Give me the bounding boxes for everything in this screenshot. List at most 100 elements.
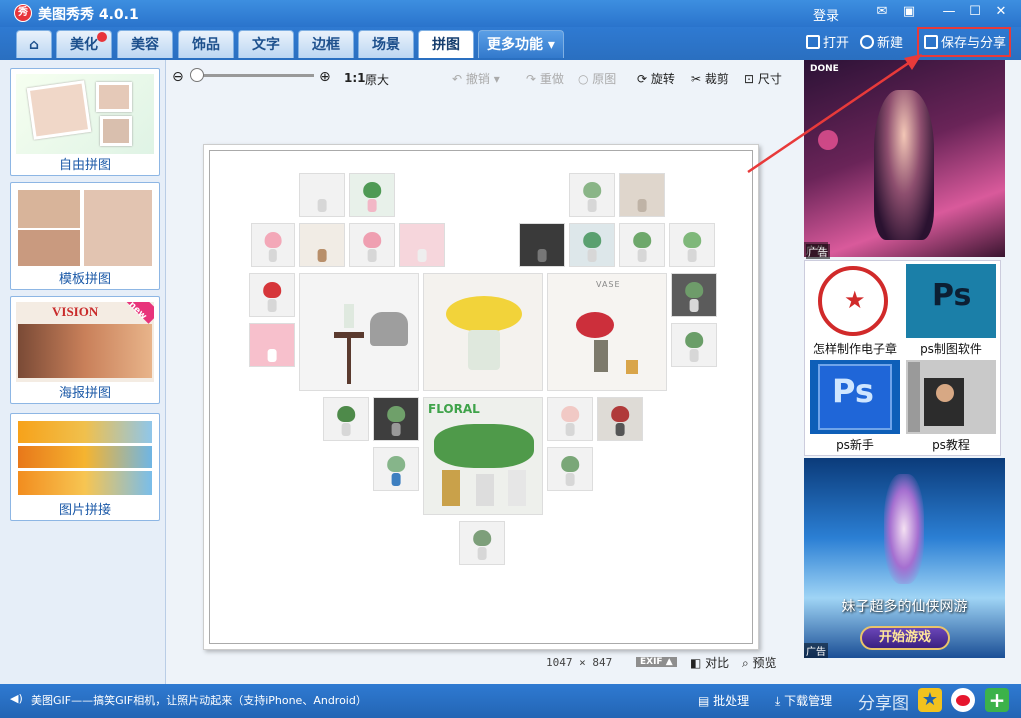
redo-button[interactable]: ↷ 重做: [526, 70, 564, 87]
tab-accessory[interactable]: 饰品: [178, 30, 234, 58]
tab-home[interactable]: ⌂: [16, 30, 52, 58]
collage-photo[interactable]: [519, 223, 565, 267]
title-bar: 秀 美图秀秀 4.0.1 登录 ✉ ▣ — ☐ ✕: [0, 0, 1021, 27]
vase-text: VASE: [596, 280, 621, 289]
qzone-star-icon[interactable]: ★: [918, 688, 942, 712]
tab-cosmetic[interactable]: 美容: [117, 30, 173, 58]
start-game-button[interactable]: 开始游戏: [860, 626, 950, 650]
ad-item-label: ps新手: [836, 438, 874, 452]
preview-icon: ⌕: [742, 656, 753, 670]
compare-button[interactable]: ◧ 对比: [690, 654, 729, 671]
batch-button[interactable]: ▤ 批处理: [698, 692, 749, 709]
zoom-slider-knob[interactable]: [190, 68, 204, 82]
collage-photo[interactable]: [459, 521, 505, 565]
plus-icon: [860, 35, 874, 49]
exif-button[interactable]: EXIF ▲: [636, 657, 677, 667]
collage-photo-vase[interactable]: VASE: [547, 273, 667, 391]
collage-photo-floral[interactable]: FLORAL: [423, 397, 543, 515]
collage-photo[interactable]: [373, 397, 419, 441]
collage-photo[interactable]: [299, 223, 345, 267]
collage-photo[interactable]: [547, 447, 593, 491]
zoom-ratio[interactable]: 1:1: [344, 71, 366, 85]
zoom-out-icon[interactable]: ⊖: [172, 69, 184, 85]
crop-button[interactable]: ✂ 裁剪: [691, 70, 729, 87]
crop-label: 裁剪: [704, 72, 729, 86]
ad-item-ps-tutorial[interactable]: ps教程: [904, 359, 998, 455]
download-manager-button[interactable]: ⤓ 下载管理: [775, 692, 832, 709]
collage-photo[interactable]: [323, 397, 369, 441]
collage-photo[interactable]: [671, 323, 717, 367]
tab-text[interactable]: 文字: [238, 30, 294, 58]
collage-photo[interactable]: [249, 323, 295, 367]
star-icon: ★: [844, 286, 866, 314]
collage-photo[interactable]: [399, 223, 445, 267]
weibo-icon[interactable]: [951, 688, 975, 712]
collage-photo[interactable]: [619, 173, 665, 217]
collage-photo[interactable]: [373, 447, 419, 491]
tab-scene[interactable]: 场景: [358, 30, 414, 58]
collage-photo[interactable]: [597, 397, 643, 441]
preview-button[interactable]: ⌕ 预览: [742, 654, 777, 671]
maximize-button[interactable]: ☐: [966, 3, 984, 21]
collage-photo-chair[interactable]: [299, 273, 419, 391]
image-height: 847: [592, 656, 613, 669]
mode-image-stitch[interactable]: 图片拼接: [10, 413, 160, 521]
original-label: 原图: [592, 72, 617, 86]
undo-dropdown-icon: ▾: [489, 72, 500, 86]
original-image-button[interactable]: ○ 原图: [578, 70, 616, 87]
mode-free-collage[interactable]: 自由拼图: [10, 68, 160, 176]
collage-photo[interactable]: [349, 173, 395, 217]
ad-item-label: 怎样制作电子章: [812, 342, 897, 356]
ad-xianxia-game[interactable]: 妹子超多的仙侠网游 开始游戏 广告: [804, 458, 1005, 658]
tab-border[interactable]: 边框: [298, 30, 354, 58]
add-share-icon[interactable]: +: [985, 688, 1009, 712]
ad-item-label: ps教程: [932, 438, 970, 452]
tab-collage[interactable]: 拼图: [418, 30, 474, 58]
ad-item-ps-software[interactable]: Ps ps制图软件: [904, 263, 998, 359]
collage-photo[interactable]: [671, 273, 717, 317]
collage-photo[interactable]: [251, 223, 295, 267]
highlight-box: [917, 27, 1011, 57]
ps-logo: Ps: [932, 278, 972, 313]
minimize-button[interactable]: —: [940, 3, 958, 21]
template-collage-thumb: [16, 188, 154, 268]
collage-photo[interactable]: [669, 223, 715, 267]
undo-button[interactable]: ↶ 撤销 ▾: [452, 70, 500, 87]
ad-item-label: ps制图软件: [920, 342, 982, 356]
mode-label: 图片拼接: [58, 503, 111, 518]
collage-photo[interactable]: [619, 223, 665, 267]
annotation-arrow: [747, 54, 922, 174]
ps-logo: Ps: [832, 372, 874, 410]
rotate-label: 旋转: [650, 72, 675, 86]
original-size-button[interactable]: 原大: [365, 71, 389, 88]
preview-label: 预览: [752, 656, 777, 670]
collage-photo[interactable]: [547, 397, 593, 441]
collage-canvas[interactable]: VASE FLORAL: [203, 144, 759, 650]
close-button[interactable]: ✕: [992, 3, 1010, 21]
ad-item-ps-beginner[interactable]: Ps ps新手: [808, 359, 902, 455]
mode-poster-collage[interactable]: VISION new 海报拼图: [10, 296, 160, 404]
collage-photo[interactable]: [299, 173, 345, 217]
collage-photo[interactable]: [249, 273, 295, 317]
mode-label: 自由拼图: [58, 158, 111, 173]
ad-item-seal[interactable]: ★ 怎样制作电子章: [808, 263, 902, 359]
canvas-border: VASE FLORAL: [209, 150, 753, 644]
feedback-icon[interactable]: ✉: [873, 3, 891, 21]
zoom-slider-track[interactable]: [196, 74, 314, 77]
app-logo: 秀: [14, 4, 32, 22]
collage-photo-yellow-flowers[interactable]: [423, 273, 543, 391]
ad-label: 广告: [804, 643, 828, 658]
tab-more-features[interactable]: 更多功能 ▾: [478, 30, 564, 58]
skin-icon[interactable]: ▣: [900, 3, 918, 21]
zoom-in-icon[interactable]: ⊕: [319, 69, 331, 85]
collage-photo[interactable]: [569, 173, 615, 217]
rotate-button[interactable]: ⟳ 旋转: [637, 70, 675, 87]
mode-template-collage[interactable]: 模板拼图: [10, 182, 160, 290]
marquee-text[interactable]: 美图GIF——搞笑GIF相机，让照片动起来（支持iPhone、Android）: [31, 692, 367, 708]
times-sign: ×: [579, 656, 586, 669]
login-link[interactable]: 登录: [813, 5, 839, 24]
floral-text: FLORAL: [428, 402, 480, 416]
collage-photo[interactable]: [349, 223, 395, 267]
collage-photo[interactable]: [569, 223, 615, 267]
tab-beautify[interactable]: 美化: [56, 30, 112, 58]
